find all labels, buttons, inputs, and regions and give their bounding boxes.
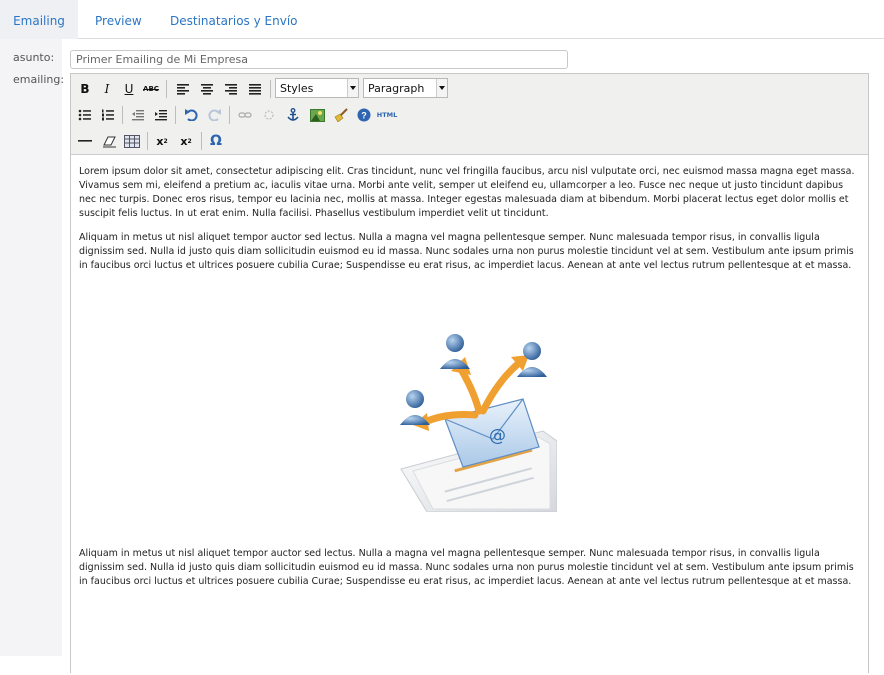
form-label-column xyxy=(0,39,62,656)
align-left-button[interactable] xyxy=(173,79,193,99)
tab-bar: Emailing Preview Destinatarios y Envío xyxy=(0,0,884,39)
horizontal-rule-button[interactable] xyxy=(75,131,95,151)
toolbar-separator xyxy=(270,80,271,98)
subscript-button[interactable]: x2 xyxy=(152,131,172,151)
tab-preview[interactable]: Preview xyxy=(95,0,142,38)
html-source-button[interactable]: HTML xyxy=(375,105,399,125)
italic-button[interactable]: I xyxy=(97,79,117,99)
content-paragraph: Aliquam in metus ut nisl aliquet tempor … xyxy=(79,232,854,271)
emailing-label: emailing: xyxy=(13,73,65,86)
undo-button[interactable] xyxy=(181,105,201,125)
toolbar-separator xyxy=(229,106,230,124)
chevron-down-icon xyxy=(436,79,447,97)
insert-table-button[interactable] xyxy=(122,131,142,151)
eraser-icon xyxy=(102,136,116,147)
editor-content[interactable]: Lorem ipsum dolor sit amet, consectetur … xyxy=(71,155,868,675)
rich-text-editor: B I U ABC Styles Paragraph ? HTML x 2 x … xyxy=(70,73,869,675)
styles-dropdown[interactable]: Styles xyxy=(275,78,359,98)
at-symbol: @ xyxy=(489,426,506,446)
align-right-icon xyxy=(225,84,237,95)
link-icon xyxy=(238,112,252,118)
bullet-list-button[interactable] xyxy=(75,105,95,125)
asunto-label: asunto: xyxy=(13,51,55,64)
align-center-button[interactable] xyxy=(197,79,217,99)
toolbar-separator xyxy=(147,132,148,150)
unlink-icon xyxy=(264,110,274,120)
strikethrough-button[interactable]: ABC xyxy=(141,79,161,99)
svg-text:?: ? xyxy=(361,111,367,121)
toolbar-separator xyxy=(166,80,167,98)
subject-input[interactable] xyxy=(70,50,568,69)
toolbar-separator xyxy=(122,106,123,124)
editor-toolbar: B I U ABC Styles Paragraph ? HTML x 2 x … xyxy=(71,74,868,155)
justify-button[interactable] xyxy=(245,79,265,99)
link-button[interactable] xyxy=(235,105,255,125)
chevron-down-icon xyxy=(347,79,358,97)
outdent-button[interactable] xyxy=(128,105,148,125)
align-center-icon xyxy=(201,84,213,95)
special-character-button[interactable]: Ω xyxy=(206,131,226,151)
email-marketing-illustration: @ xyxy=(383,319,557,512)
insert-image-button[interactable] xyxy=(307,105,327,125)
unlink-button[interactable] xyxy=(259,105,279,125)
numbered-list-button[interactable] xyxy=(98,105,118,125)
image-icon xyxy=(309,108,325,122)
redo-button[interactable] xyxy=(205,105,225,125)
bullet-list-icon xyxy=(78,109,91,121)
paragraph-format-dropdown[interactable]: Paragraph xyxy=(363,78,448,98)
anchor-icon xyxy=(287,108,299,121)
outdent-icon xyxy=(132,110,144,121)
undo-icon xyxy=(185,109,198,121)
content-paragraph: Lorem ipsum dolor sit amet, consectetur … xyxy=(79,166,855,219)
justify-icon xyxy=(249,84,261,95)
tab-destinatarios-envio[interactable]: Destinatarios y Envío xyxy=(170,0,298,38)
toolbar-separator xyxy=(175,106,176,124)
toolbar-separator xyxy=(201,132,202,150)
tab-emailing[interactable]: Emailing xyxy=(0,0,78,39)
remove-format-button[interactable] xyxy=(99,131,119,151)
align-left-icon xyxy=(177,84,189,95)
anchor-button[interactable] xyxy=(283,105,303,125)
superscript-button[interactable]: x2 xyxy=(176,131,196,151)
bold-button[interactable]: B xyxy=(75,79,95,99)
cleanup-button[interactable] xyxy=(331,105,351,125)
align-right-button[interactable] xyxy=(221,79,241,99)
help-icon: ? xyxy=(357,108,371,122)
help-button[interactable]: ? xyxy=(354,105,374,125)
underline-button[interactable]: U xyxy=(119,79,139,99)
broom-icon xyxy=(334,108,348,122)
redo-icon xyxy=(208,109,221,121)
numbered-list-icon xyxy=(102,109,114,121)
indent-button[interactable] xyxy=(151,105,171,125)
horizontal-rule-icon xyxy=(78,140,92,142)
table-icon xyxy=(124,134,140,148)
indent-icon xyxy=(155,110,167,121)
content-paragraph: Aliquam in metus ut nisl aliquet tempor … xyxy=(79,548,854,587)
